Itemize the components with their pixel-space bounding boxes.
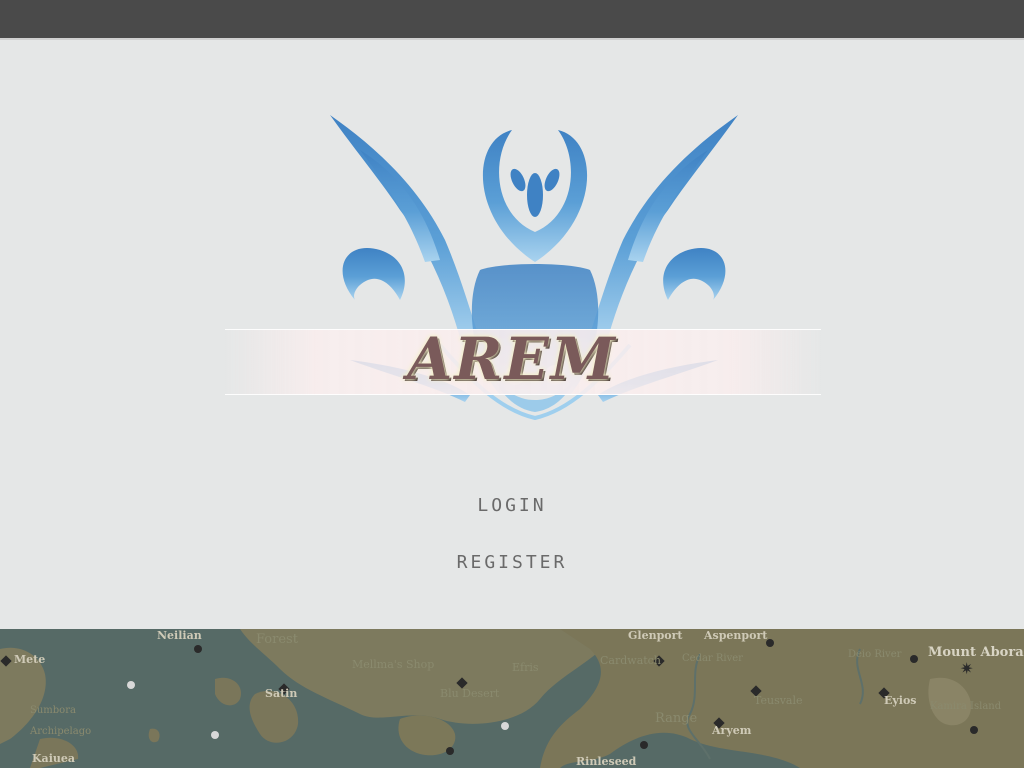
map-label: Aspenport [704, 629, 768, 642]
map-label: Blu Desert [440, 687, 500, 700]
map-label: Eyios [884, 694, 917, 707]
map-label: Neilian [157, 629, 202, 642]
login-button[interactable]: LOGIN [0, 495, 1024, 516]
map-label: Mount Abora [928, 645, 1024, 660]
map-label: Mete [14, 653, 46, 666]
register-button[interactable]: REGISTER [0, 552, 1024, 573]
map-label: Forest [256, 632, 298, 647]
map-label: Satin [265, 687, 298, 700]
map-label: Deio River [848, 649, 902, 660]
map-label: Cedar River [682, 653, 743, 664]
map-label: Rinleseed [576, 755, 637, 768]
map-label: Teusvale [754, 694, 803, 707]
world-map-strip: ✷ Neilian Forest Mete Mellma's Shop Sati… [0, 629, 1024, 768]
top-bar [0, 0, 1024, 40]
map-label: Kamira Island [930, 701, 1002, 712]
map-label: Sumbora [30, 705, 76, 716]
map-label: Archipelago [30, 726, 92, 737]
map-label: Aryem [712, 724, 752, 737]
login-screen: AREM LOGIN REGISTER [0, 40, 1024, 629]
map-label: Range [655, 711, 698, 726]
map-label: Kaiuea [32, 752, 75, 765]
app-title: AREM [407, 325, 617, 393]
map-label: Efris [512, 661, 539, 674]
map-label: Glenport [628, 629, 683, 642]
map-label: Mellma's Shop [352, 658, 435, 671]
map-label: Cardwatch [600, 654, 661, 667]
svg-text:✷: ✷ [960, 659, 973, 678]
